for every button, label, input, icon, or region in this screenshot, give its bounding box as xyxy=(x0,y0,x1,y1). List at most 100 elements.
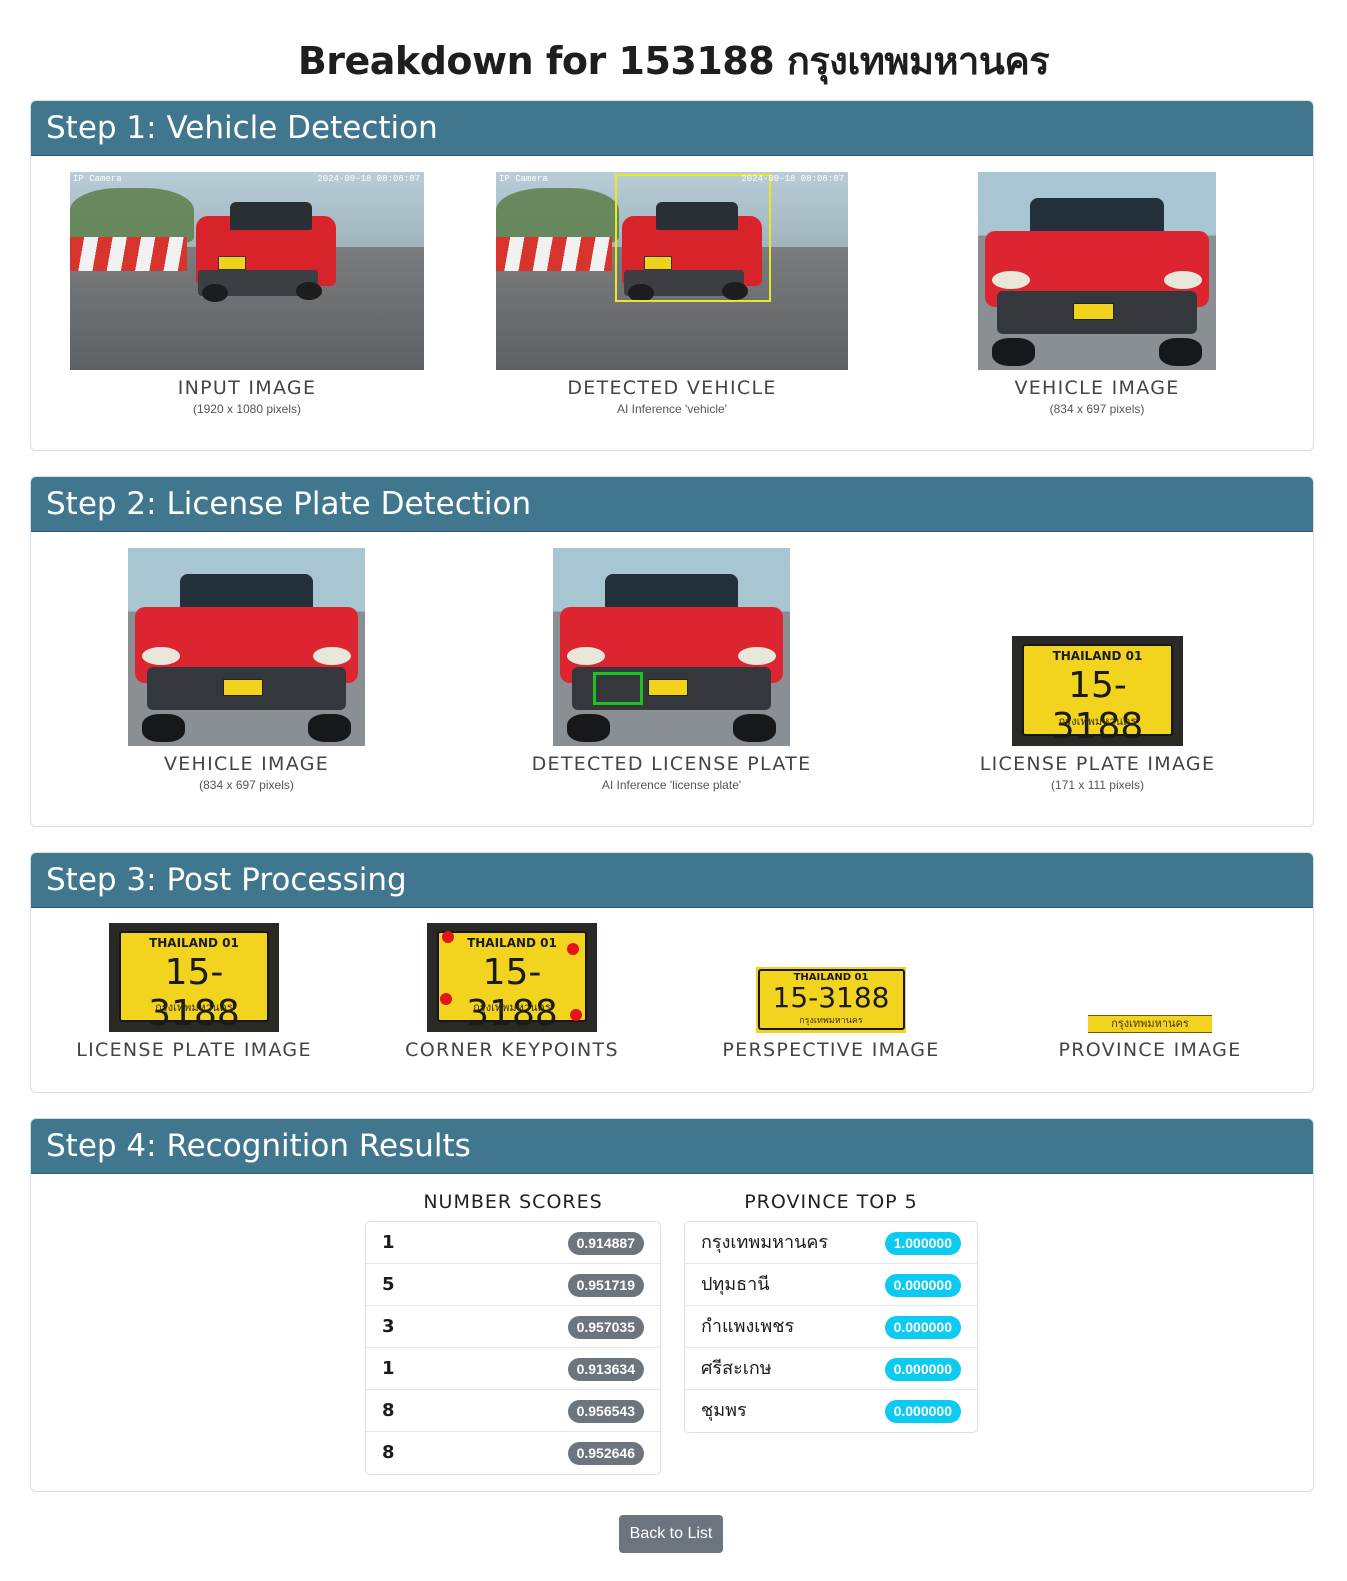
perspective-figure: THAILAND 01 15-3188 กรุงเทพมหานคร PERSPE… xyxy=(722,967,938,1061)
step1-card: Step 1: Vehicle Detection IP Camera 2024… xyxy=(30,100,1314,451)
perspective-image: THAILAND 01 15-3188 กรุงเทพมหานคร xyxy=(756,967,906,1033)
score-badge: 0.000000 xyxy=(884,1274,961,1297)
detected-plate-image xyxy=(553,548,790,746)
number-char: 8 xyxy=(382,1400,395,1421)
plate-province-text: กรุงเทพมหานคร xyxy=(1058,714,1137,728)
vehicle-bounding-box xyxy=(615,174,771,302)
step2-card: Step 2: License Plate Detection VEHICLE … xyxy=(30,476,1314,827)
step3-card: Step 3: Post Processing THAILAND 01 15-3… xyxy=(30,852,1314,1093)
corner-keypoints-label: CORNER KEYPOINTS xyxy=(405,1039,619,1061)
vehicle-image-label: VEHICLE IMAGE xyxy=(1014,377,1180,399)
score-badge: 1.000000 xyxy=(884,1232,961,1255)
score-badge: 0.913634 xyxy=(567,1358,644,1381)
plate-number-text: 15-3188 xyxy=(772,981,890,1015)
plate-top-text: THAILAND 01 xyxy=(149,936,239,951)
score-badge: 0.957035 xyxy=(567,1316,644,1339)
plate-top-text: THAILAND 01 xyxy=(1052,649,1143,664)
number-scores-list: 1 0.914887 5 0.951719 3 0.957035 1 0.913… xyxy=(365,1221,661,1475)
plate-number-text: 15-3188 xyxy=(466,951,558,1032)
pp-plate-label: LICENSE PLATE IMAGE xyxy=(76,1039,312,1061)
province-label: PROVINCE IMAGE xyxy=(1058,1039,1242,1061)
camera-stamp: IP Camera xyxy=(499,174,548,184)
pp-plate-image: THAILAND 01 15-3188 กรุงเทพมหานคร xyxy=(109,923,279,1032)
province-top5-title: PROVINCE TOP 5 xyxy=(744,1191,918,1213)
score-badge: 0.956543 xyxy=(567,1400,644,1423)
province-row: ชุมพร 0.000000 xyxy=(685,1390,977,1432)
province-name: กำแพงเพชร xyxy=(701,1316,795,1337)
detected-plate-label: DETECTED LICENSE PLATE xyxy=(531,753,812,775)
province-row: กรุงเทพมหานคร 1.000000 xyxy=(685,1222,977,1264)
perspective-label: PERSPECTIVE IMAGE xyxy=(722,1039,940,1061)
input-image-sub: (1920 x 1080 pixels) xyxy=(192,402,302,416)
score-badge: 0.952646 xyxy=(567,1442,644,1465)
province-image: กรุงเทพมหานคร xyxy=(1088,1015,1212,1033)
province-row: ปทุมธานี 0.000000 xyxy=(685,1264,977,1306)
number-char: 8 xyxy=(382,1442,395,1463)
step2-vehicle-image xyxy=(128,548,365,746)
input-image-label: INPUT IMAGE xyxy=(177,377,317,399)
number-score-row: 1 0.913634 xyxy=(366,1348,660,1390)
province-figure: กรุงเทพมหานคร PROVINCE IMAGE xyxy=(1059,1015,1240,1061)
province-name: ศรีสะเกษ xyxy=(701,1358,772,1379)
keypoint-top-right xyxy=(567,943,579,955)
detected-vehicle-figure: IP Camera 2024-09-18 08:06:07 DETECTED V… xyxy=(496,172,848,416)
vehicle-image-figure: VEHICLE IMAGE (834 x 697 pixels) xyxy=(978,172,1216,416)
input-image-figure: IP Camera 2024-09-18 08:06:07 INPUT IMAG… xyxy=(70,172,424,416)
step4-card: Step 4: Recognition Results NUMBER SCORE… xyxy=(30,1118,1314,1492)
number-score-row: 1 0.914887 xyxy=(366,1222,660,1264)
province-row: กำแพงเพชร 0.000000 xyxy=(685,1306,977,1348)
plate-image-sub: (171 x 111 pixels) xyxy=(1051,778,1144,792)
plate-image-label: LICENSE PLATE IMAGE xyxy=(979,753,1216,775)
plate-province-text: กรุงเทพมหานคร xyxy=(473,1000,551,1014)
keypoint-bottom-left xyxy=(440,993,452,1005)
number-scores-title: NUMBER SCORES xyxy=(423,1191,603,1213)
timestamp-stamp: 2024-09-18 08:06:07 xyxy=(741,174,844,184)
score-badge: 0.914887 xyxy=(567,1232,644,1255)
number-char: 3 xyxy=(382,1316,395,1337)
keypoint-bottom-right xyxy=(570,1009,582,1021)
step3-header: Step 3: Post Processing xyxy=(31,853,1313,908)
detected-vehicle-image: IP Camera 2024-09-18 08:06:07 xyxy=(496,172,848,370)
plate-number-text: 15-3188 xyxy=(1051,665,1144,746)
input-image: IP Camera 2024-09-18 08:06:07 xyxy=(70,172,424,370)
province-row: ศรีสะเกษ 0.000000 xyxy=(685,1348,977,1390)
corner-keypoints-image: THAILAND 01 15-3188 กรุงเทพมหานคร xyxy=(427,923,597,1032)
step1-header: Step 1: Vehicle Detection xyxy=(31,101,1313,156)
plate-top-text: THAILAND 01 xyxy=(467,936,557,951)
back-to-list-button[interactable]: Back to List xyxy=(619,1515,723,1553)
number-score-row: 8 0.952646 xyxy=(366,1432,660,1474)
step2-header: Step 2: License Plate Detection xyxy=(31,477,1313,532)
score-badge: 0.000000 xyxy=(884,1358,961,1381)
province-top5-list: กรุงเทพมหานคร 1.000000 ปทุมธานี 0.000000… xyxy=(684,1221,978,1433)
vehicle-image xyxy=(978,172,1216,370)
detected-vehicle-label: DETECTED VEHICLE xyxy=(567,377,777,399)
score-badge: 0.000000 xyxy=(884,1400,961,1423)
keypoint-top-left xyxy=(442,931,454,943)
province-image-text: กรุงเทพมหานคร xyxy=(1111,1017,1189,1030)
score-badge: 0.000000 xyxy=(884,1316,961,1339)
step2-vehicle-label: VEHICLE IMAGE xyxy=(163,753,330,775)
step2-vehicle-sub: (834 x 697 pixels) xyxy=(199,778,294,792)
plate-image-figure: THAILAND 01 15-3188 กรุงเทพมหานคร LICENS… xyxy=(980,636,1214,792)
detected-plate-sub: AI Inference 'license plate' xyxy=(601,778,742,792)
number-char: 5 xyxy=(382,1274,395,1295)
plate-number-text: 15-3188 xyxy=(148,951,240,1032)
corner-keypoints-figure: THAILAND 01 15-3188 กรุงเทพมหานคร CORNER… xyxy=(405,923,618,1061)
vehicle-image-sub: (834 x 697 pixels) xyxy=(1049,402,1145,416)
page-title: Breakdown for 153188 กรุงเทพมหานคร xyxy=(297,39,1050,83)
number-score-row: 8 0.956543 xyxy=(366,1390,660,1432)
plate-image: THAILAND 01 15-3188 กรุงเทพมหานคร xyxy=(1012,636,1183,746)
camera-stamp: IP Camera xyxy=(73,174,122,184)
province-name: ชุมพร xyxy=(701,1400,747,1421)
plate-province-text: กรุงเทพมหานคร xyxy=(799,1015,863,1026)
step4-header: Step 4: Recognition Results xyxy=(31,1119,1313,1174)
province-name: ปทุมธานี xyxy=(701,1274,770,1295)
timestamp-stamp: 2024-09-18 08:06:07 xyxy=(317,174,420,184)
number-char: 1 xyxy=(382,1232,395,1253)
detected-vehicle-sub: AI Inference 'vehicle' xyxy=(617,402,727,416)
number-score-row: 5 0.951719 xyxy=(366,1264,660,1306)
plate-province-text: กรุงเทพมหานคร xyxy=(155,1000,233,1014)
pp-plate-figure: THAILAND 01 15-3188 กรุงเทพมหานคร LICENS… xyxy=(76,923,310,1061)
province-name: กรุงเทพมหานคร xyxy=(701,1232,829,1253)
number-score-row: 3 0.957035 xyxy=(366,1306,660,1348)
